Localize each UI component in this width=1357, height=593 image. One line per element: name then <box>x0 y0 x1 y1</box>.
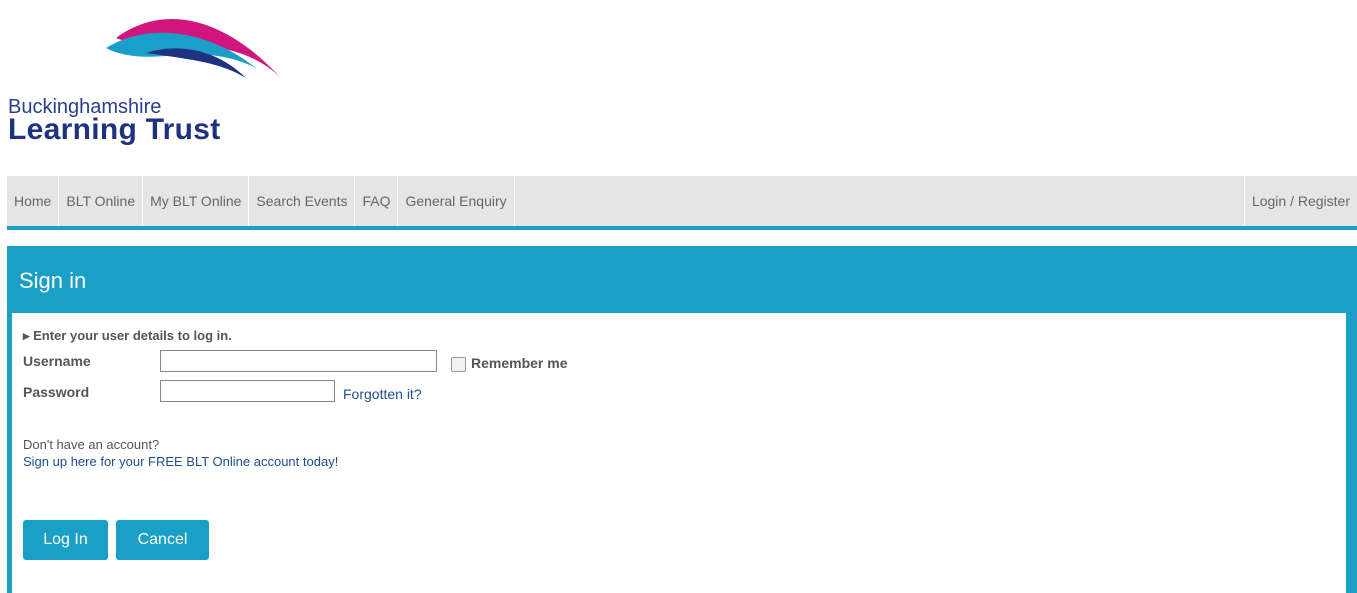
nav-blt-online[interactable]: BLT Online <box>59 176 144 226</box>
remember-me-label[interactable]: Remember me <box>471 355 568 371</box>
main-navigation: Home BLT Online My BLT Online Search Eve… <box>7 176 1357 230</box>
username-label: Username <box>23 353 91 369</box>
no-account-text: Don't have an account? <box>23 437 160 452</box>
signin-panel: Sign in ▸ Enter your user details to log… <box>7 246 1357 593</box>
site-logo[interactable]: Buckinghamshire Learning Trust <box>6 8 296 148</box>
nav-home[interactable]: Home <box>7 176 60 226</box>
logo-wing-graphic <box>106 18 281 78</box>
signup-link[interactable]: Sign up here for your FREE BLT Online ac… <box>23 454 338 469</box>
cancel-button[interactable]: Cancel <box>116 520 209 560</box>
nav-spacer <box>515 176 1245 226</box>
nav-faq[interactable]: FAQ <box>355 176 399 226</box>
nav-general-enquiry[interactable]: General Enquiry <box>398 176 515 226</box>
signin-title: Sign in <box>19 268 87 293</box>
login-button[interactable]: Log In <box>23 520 108 560</box>
nav-search-events[interactable]: Search Events <box>249 176 356 226</box>
remember-me-checkbox[interactable] <box>451 357 466 372</box>
password-input[interactable] <box>160 380 335 402</box>
nav-login-register[interactable]: Login / Register <box>1245 176 1357 226</box>
logo-line-2: Learning Trust <box>8 113 221 146</box>
forgot-password-link[interactable]: Forgotten it? <box>343 386 422 402</box>
signin-hint: ▸ Enter your user details to log in. <box>23 328 232 343</box>
username-input[interactable] <box>160 350 437 372</box>
password-label: Password <box>23 384 90 400</box>
nav-my-blt-online[interactable]: My BLT Online <box>143 176 250 226</box>
signin-form: ▸ Enter your user details to log in. Use… <box>12 313 1346 593</box>
